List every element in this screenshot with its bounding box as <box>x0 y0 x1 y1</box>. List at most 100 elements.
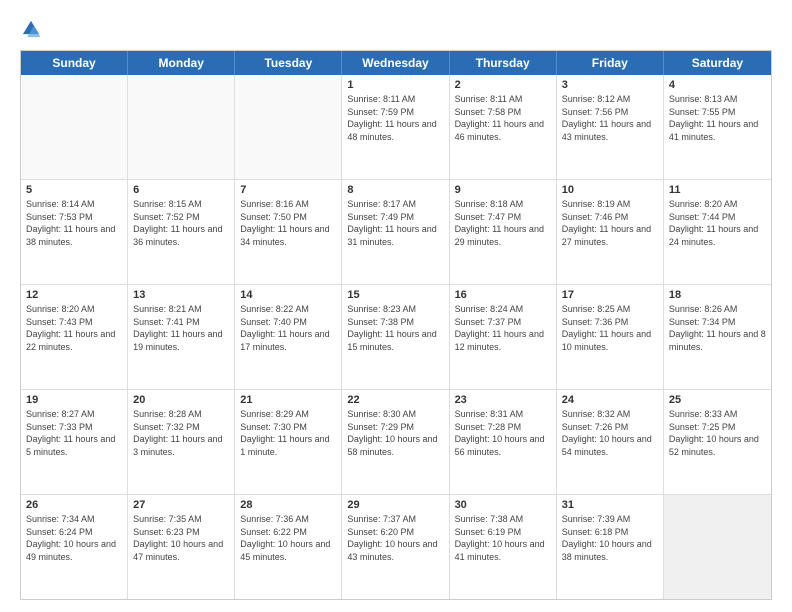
cal-cell: 5 Sunrise: 8:14 AM Sunset: 7:53 PM Daylig… <box>21 180 128 284</box>
cal-cell: 22Sunrise: 8:30 AM Sunset: 7:29 PM Dayli… <box>342 390 449 494</box>
cal-cell: 12Sunrise: 8:20 AM Sunset: 7:43 PM Dayli… <box>21 285 128 389</box>
calendar-row-4: 26 Sunrise: 7:34 AM Sunset: 6:24 PM Dayli… <box>21 495 771 599</box>
cal-cell: 16 Sunrise: 8:24 AM Sunset: 7:37 PM Dayli… <box>450 285 557 389</box>
day-number: 23 <box>455 394 551 406</box>
cell-info: Sunrise: 8:19 AM Sunset: 7:46 PM Dayligh… <box>562 198 658 248</box>
cell-info: Sunrise: 8:26 AM Sunset: 7:34 PM Dayligh… <box>669 303 766 353</box>
cal-cell <box>235 75 342 179</box>
day-header-saturday: Saturday <box>664 51 771 75</box>
cell-info: Sunrise: 8:17 AM Sunset: 7:49 PM Dayligh… <box>347 198 443 248</box>
cal-cell: 18 Sunrise: 8:26 AM Sunset: 7:34 PM Dayli… <box>664 285 771 389</box>
cal-cell: 31Sunrise: 7:39 AM Sunset: 6:18 PM Dayli… <box>557 495 664 599</box>
calendar-row-2: 12Sunrise: 8:20 AM Sunset: 7:43 PM Dayli… <box>21 285 771 390</box>
day-number: 12 <box>26 289 122 301</box>
cell-info: Sunrise: 8:23 AM Sunset: 7:38 PM Dayligh… <box>347 303 443 353</box>
calendar-row-3: 19Sunrise: 8:27 AM Sunset: 7:33 PM Dayli… <box>21 390 771 495</box>
cal-cell: 23 Sunrise: 8:31 AM Sunset: 7:28 PM Dayli… <box>450 390 557 494</box>
cal-cell: 24 Sunrise: 8:32 AM Sunset: 7:26 PM Dayli… <box>557 390 664 494</box>
cal-cell: 8 Sunrise: 8:17 AM Sunset: 7:49 PM Daylig… <box>342 180 449 284</box>
calendar-row-0: 1 Sunrise: 8:11 AM Sunset: 7:59 PM Daylig… <box>21 75 771 180</box>
cal-cell: 21Sunrise: 8:29 AM Sunset: 7:30 PM Dayli… <box>235 390 342 494</box>
cell-info: Sunrise: 8:24 AM Sunset: 7:37 PM Dayligh… <box>455 303 551 353</box>
cal-cell: 7 Sunrise: 8:16 AM Sunset: 7:50 PM Daylig… <box>235 180 342 284</box>
cell-info: Sunrise: 8:20 AM Sunset: 7:44 PM Dayligh… <box>669 198 766 248</box>
cell-info: Sunrise: 8:27 AM Sunset: 7:33 PM Dayligh… <box>26 408 122 458</box>
cal-cell: 15 Sunrise: 8:23 AM Sunset: 7:38 PM Dayli… <box>342 285 449 389</box>
cal-cell: 2Sunrise: 8:11 AM Sunset: 7:58 PM Daylig… <box>450 75 557 179</box>
header <box>20 18 772 40</box>
day-number: 26 <box>26 499 122 511</box>
cal-cell: 30 Sunrise: 7:38 AM Sunset: 6:19 PM Dayli… <box>450 495 557 599</box>
cell-info: Sunrise: 8:31 AM Sunset: 7:28 PM Dayligh… <box>455 408 551 458</box>
day-number: 9 <box>455 184 551 196</box>
day-header-sunday: Sunday <box>21 51 128 75</box>
cell-info: Sunrise: 7:34 AM Sunset: 6:24 PM Dayligh… <box>26 513 122 563</box>
day-number: 25 <box>669 394 766 406</box>
cal-cell: 9 Sunrise: 8:18 AM Sunset: 7:47 PM Daylig… <box>450 180 557 284</box>
day-number: 2 <box>455 79 551 91</box>
calendar-header: SundayMondayTuesdayWednesdayThursdayFrid… <box>21 51 771 75</box>
cell-info: Sunrise: 8:15 AM Sunset: 7:52 PM Dayligh… <box>133 198 229 248</box>
day-number: 17 <box>562 289 658 301</box>
day-number: 28 <box>240 499 336 511</box>
day-number: 8 <box>347 184 443 196</box>
cell-info: Sunrise: 8:25 AM Sunset: 7:36 PM Dayligh… <box>562 303 658 353</box>
cal-cell: 10 Sunrise: 8:19 AM Sunset: 7:46 PM Dayli… <box>557 180 664 284</box>
day-number: 5 <box>26 184 122 196</box>
cell-info: Sunrise: 8:22 AM Sunset: 7:40 PM Dayligh… <box>240 303 336 353</box>
cell-info: Sunrise: 7:38 AM Sunset: 6:19 PM Dayligh… <box>455 513 551 563</box>
page: SundayMondayTuesdayWednesdayThursdayFrid… <box>0 0 792 612</box>
day-number: 20 <box>133 394 229 406</box>
cell-info: Sunrise: 8:30 AM Sunset: 7:29 PM Dayligh… <box>347 408 443 458</box>
cal-cell: 6 Sunrise: 8:15 AM Sunset: 7:52 PM Daylig… <box>128 180 235 284</box>
cell-info: Sunrise: 7:35 AM Sunset: 6:23 PM Dayligh… <box>133 513 229 563</box>
day-number: 6 <box>133 184 229 196</box>
cell-info: Sunrise: 8:11 AM Sunset: 7:59 PM Dayligh… <box>347 93 443 143</box>
cal-cell: 20Sunrise: 8:28 AM Sunset: 7:32 PM Dayli… <box>128 390 235 494</box>
day-number: 10 <box>562 184 658 196</box>
cell-info: Sunrise: 8:33 AM Sunset: 7:25 PM Dayligh… <box>669 408 766 458</box>
cell-info: Sunrise: 8:16 AM Sunset: 7:50 PM Dayligh… <box>240 198 336 248</box>
logo <box>20 18 46 40</box>
cal-cell: 4Sunrise: 8:13 AM Sunset: 7:55 PM Daylig… <box>664 75 771 179</box>
cal-cell: 27 Sunrise: 7:35 AM Sunset: 6:23 PM Dayli… <box>128 495 235 599</box>
cal-cell: 29Sunrise: 7:37 AM Sunset: 6:20 PM Dayli… <box>342 495 449 599</box>
day-header-monday: Monday <box>128 51 235 75</box>
calendar-row-1: 5 Sunrise: 8:14 AM Sunset: 7:53 PM Daylig… <box>21 180 771 285</box>
day-number: 16 <box>455 289 551 301</box>
calendar-body: 1 Sunrise: 8:11 AM Sunset: 7:59 PM Daylig… <box>21 75 771 599</box>
cal-cell: 11 Sunrise: 8:20 AM Sunset: 7:44 PM Dayli… <box>664 180 771 284</box>
cell-info: Sunrise: 8:12 AM Sunset: 7:56 PM Dayligh… <box>562 93 658 143</box>
cal-cell: 1 Sunrise: 8:11 AM Sunset: 7:59 PM Daylig… <box>342 75 449 179</box>
day-number: 11 <box>669 184 766 196</box>
cal-cell <box>664 495 771 599</box>
cell-info: Sunrise: 8:21 AM Sunset: 7:41 PM Dayligh… <box>133 303 229 353</box>
day-number: 14 <box>240 289 336 301</box>
logo-icon <box>20 18 42 40</box>
cal-cell: 13Sunrise: 8:21 AM Sunset: 7:41 PM Dayli… <box>128 285 235 389</box>
day-number: 21 <box>240 394 336 406</box>
cell-info: Sunrise: 8:14 AM Sunset: 7:53 PM Dayligh… <box>26 198 122 248</box>
day-number: 29 <box>347 499 443 511</box>
day-number: 18 <box>669 289 766 301</box>
day-number: 1 <box>347 79 443 91</box>
day-header-friday: Friday <box>557 51 664 75</box>
day-number: 3 <box>562 79 658 91</box>
day-number: 7 <box>240 184 336 196</box>
cal-cell: 19Sunrise: 8:27 AM Sunset: 7:33 PM Dayli… <box>21 390 128 494</box>
day-number: 27 <box>133 499 229 511</box>
day-header-thursday: Thursday <box>450 51 557 75</box>
cal-cell: 17 Sunrise: 8:25 AM Sunset: 7:36 PM Dayli… <box>557 285 664 389</box>
day-number: 15 <box>347 289 443 301</box>
cal-cell: 25 Sunrise: 8:33 AM Sunset: 7:25 PM Dayli… <box>664 390 771 494</box>
cal-cell: 28 Sunrise: 7:36 AM Sunset: 6:22 PM Dayli… <box>235 495 342 599</box>
cell-info: Sunrise: 8:18 AM Sunset: 7:47 PM Dayligh… <box>455 198 551 248</box>
cell-info: Sunrise: 8:32 AM Sunset: 7:26 PM Dayligh… <box>562 408 658 458</box>
cell-info: Sunrise: 7:39 AM Sunset: 6:18 PM Dayligh… <box>562 513 658 563</box>
cell-info: Sunrise: 7:36 AM Sunset: 6:22 PM Dayligh… <box>240 513 336 563</box>
cal-cell: 3 Sunrise: 8:12 AM Sunset: 7:56 PM Daylig… <box>557 75 664 179</box>
cal-cell <box>128 75 235 179</box>
day-number: 24 <box>562 394 658 406</box>
day-number: 30 <box>455 499 551 511</box>
day-header-wednesday: Wednesday <box>342 51 449 75</box>
